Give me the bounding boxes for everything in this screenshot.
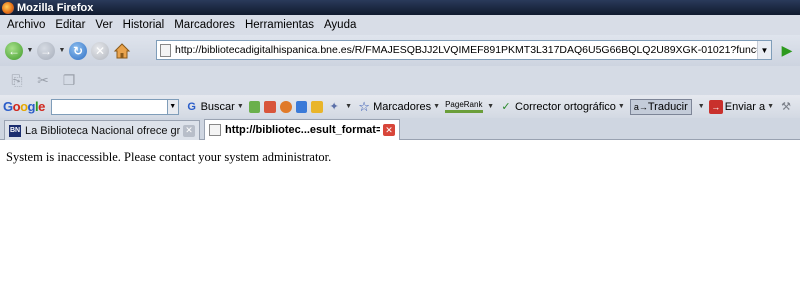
google-search-dropdown[interactable]: ▼ [167, 98, 179, 115]
menu-marcadores[interactable]: Marcadores [169, 19, 240, 31]
chevron-down-icon: ▼ [767, 103, 775, 110]
google-g-icon: G [187, 100, 196, 113]
translate-button[interactable]: a→ Traducir [629, 98, 692, 115]
back-history-dropdown[interactable]: ▼ [25, 47, 35, 54]
cut-button[interactable]: ✂ [30, 70, 56, 92]
home-icon [113, 42, 131, 58]
edit-toolbar: ⎘ ✂ ❐ [0, 66, 800, 95]
chevron-down-icon: ▼ [617, 103, 625, 110]
window-title: Mozilla Firefox [17, 1, 94, 14]
reload-icon: ↻ [69, 41, 87, 60]
menu-editar[interactable]: Editar [50, 19, 90, 31]
home-button[interactable] [111, 40, 133, 62]
menu-ver[interactable]: Ver [90, 19, 117, 31]
back-button[interactable]: ← [3, 40, 25, 62]
send-to-button-label: Enviar a [724, 100, 766, 113]
menu-archivo[interactable]: Archivo [2, 19, 50, 31]
puzzle-button[interactable]: ✦ ▼ [327, 100, 353, 114]
chevron-down-icon: ▼ [345, 103, 353, 110]
forward-button[interactable]: → [35, 40, 57, 62]
chevron-down-icon: ▼ [487, 103, 495, 110]
translate-icon: a→ [633, 101, 648, 112]
translate-button-label: Traducir [647, 100, 688, 113]
back-arrow-icon: ← [5, 41, 23, 60]
stop-button[interactable]: ✕ [89, 40, 111, 62]
paste-button[interactable]: ❐ [56, 70, 82, 92]
spellcheck-button-label: Corrector ortográfico [515, 100, 616, 113]
pagerank-label: PageRank [445, 99, 483, 109]
url-text[interactable]: http://bibliotecadigitalhispanica.bne.es… [175, 44, 757, 56]
reload-button[interactable]: ↻ [67, 40, 89, 62]
stop-icon: ✕ [91, 41, 109, 60]
go-arrow-icon: ▶ [781, 41, 793, 58]
chevron-down-icon: ▼ [433, 103, 441, 110]
paste-icon: ❐ [62, 72, 76, 88]
google-search-button-label: Buscar [200, 100, 235, 113]
forward-history-dropdown[interactable]: ▼ [57, 47, 67, 54]
menu-historial[interactable]: Historial [118, 19, 170, 31]
url-history-dropdown[interactable]: ▼ [757, 41, 771, 59]
bookmarks-button[interactable]: ☆ Marcadores ▼ [357, 98, 441, 114]
pagerank-indicator[interactable]: PageRank ▼ [445, 99, 495, 113]
copy-icon: ⎘ [11, 72, 23, 88]
forward-arrow-icon: → [37, 41, 55, 60]
wrench-icon: ⚒ [781, 101, 791, 113]
firefox-logo-icon [2, 1, 14, 14]
tab-strip: BN La Biblioteca Nacional ofrece gratis.… [0, 118, 800, 140]
send-arrow-icon: → [708, 99, 723, 114]
bookmarks-button-label: Marcadores [373, 100, 432, 113]
menu-bar: Archivo Editar Ver Historial Marcadores … [0, 15, 800, 35]
pagerank-bar [445, 109, 484, 113]
window-title-bar: Mozilla Firefox [0, 0, 800, 15]
scissors-icon: ✂ [37, 72, 49, 88]
copy-button[interactable]: ⎘ [4, 70, 30, 92]
highlight-icon[interactable] [248, 100, 261, 113]
close-tab-icon[interactable]: ✕ [383, 124, 395, 136]
address-bar[interactable]: http://bibliotecadigitalhispanica.bne.es… [156, 40, 772, 60]
tab-active-results[interactable]: http://bibliotec...esult_format=002 ✕ [204, 119, 400, 140]
news-icon[interactable] [264, 100, 277, 113]
close-tab-icon[interactable]: ✕ [183, 124, 195, 137]
page-favicon-icon [209, 124, 221, 136]
orkut-icon[interactable] [280, 100, 292, 113]
page-icon [160, 43, 171, 57]
google-logo[interactable]: Google [3, 99, 45, 114]
error-message: System is inaccessible. Please contact y… [6, 150, 332, 164]
page-content: System is inaccessible. Please contact y… [0, 141, 800, 290]
settings-button[interactable]: ⚒ [779, 100, 795, 114]
bne-favicon-icon: BN [9, 124, 21, 137]
chevron-down-icon: ▼ [236, 103, 244, 110]
puzzle-icon: ✦ [329, 101, 339, 113]
google-search-input[interactable] [50, 98, 168, 115]
menu-ayuda[interactable]: Ayuda [319, 19, 361, 31]
google-toolbar: Google ▼ G Buscar ▼ ✦ ▼ ☆ Marcadores ▼ P… [0, 95, 800, 118]
gadgets-icon[interactable] [311, 100, 324, 113]
tab-label: http://bibliotec...esult_format=002 [225, 124, 380, 136]
tab-biblioteca-nacional[interactable]: BN La Biblioteca Nacional ofrece gratis.… [4, 120, 200, 140]
picasa-icon[interactable] [295, 100, 308, 113]
translate-dropdown[interactable]: ▼ [698, 103, 705, 110]
google-search-button[interactable]: G Buscar ▼ [185, 100, 244, 114]
spellcheck-icon: ✓ [501, 101, 511, 113]
menu-herramientas[interactable]: Herramientas [240, 19, 319, 31]
tab-label: La Biblioteca Nacional ofrece gratis... [25, 124, 180, 137]
star-icon: ☆ [358, 98, 370, 114]
go-button[interactable]: ▶ [777, 40, 797, 60]
spellcheck-button[interactable]: ✓ Corrector ortográfico ▼ [499, 100, 625, 114]
send-to-button[interactable]: → Enviar a ▼ [708, 99, 775, 114]
